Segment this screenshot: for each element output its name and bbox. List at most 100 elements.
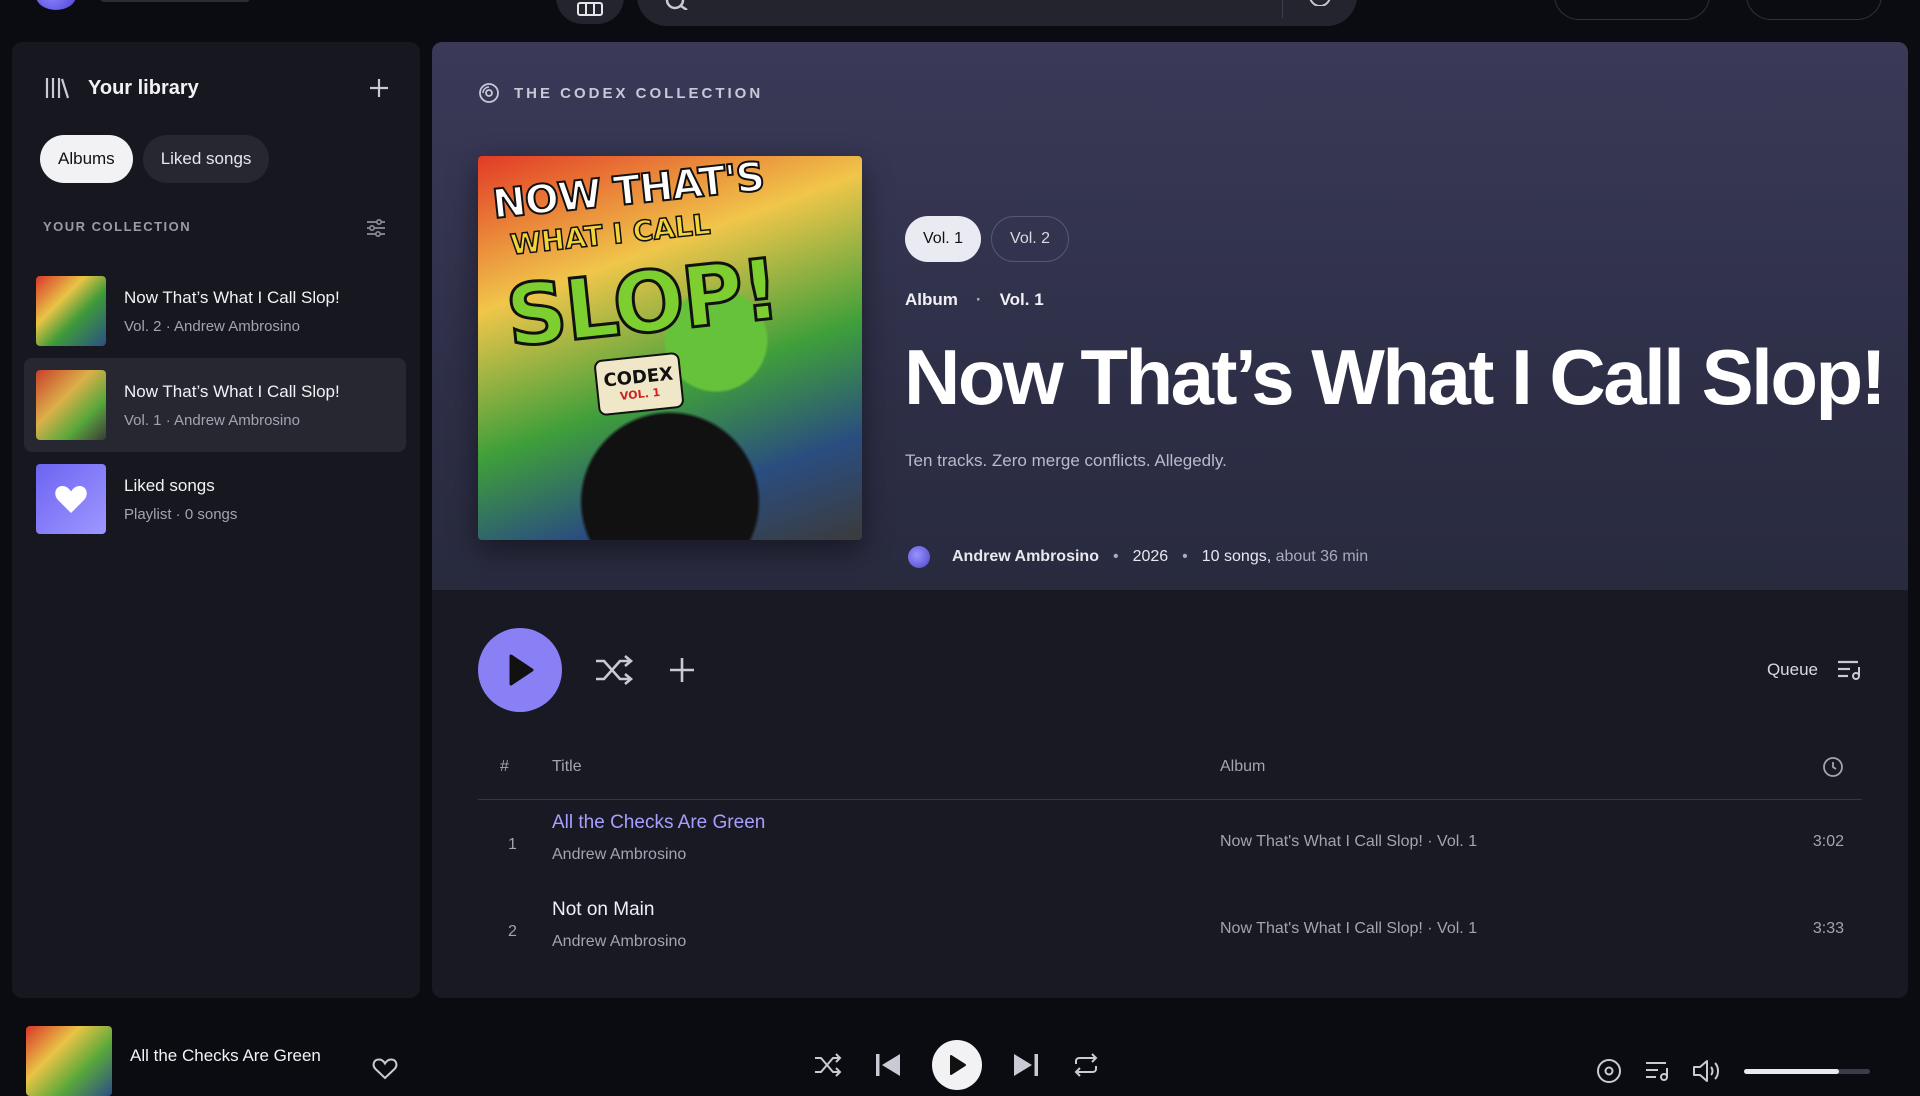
track-number: 2 [508, 923, 517, 940]
cover-text-line3: SLOP! [500, 239, 784, 368]
collection-heading: THE CODEX COLLECTION [478, 82, 763, 104]
track-album[interactable]: Now That's What I Call Slop! · Vol. 1 [1220, 920, 1477, 938]
shuffle-control[interactable] [806, 1043, 850, 1087]
now-playing-title[interactable]: All the Checks Are Green [130, 1046, 321, 1066]
artist-name[interactable]: Andrew Ambrosino [952, 548, 1099, 566]
home-button[interactable] [556, 0, 624, 24]
album-title: Now That’s What I Call Slop! [904, 333, 1887, 421]
table-row[interactable]: 2 Not on Main Andrew Ambrosino Now That'… [478, 887, 1862, 973]
tab-vol-1[interactable]: Vol. 1 [905, 216, 982, 262]
add-icon[interactable] [368, 77, 390, 99]
search-divider [1282, 0, 1283, 18]
album-type: Album [905, 290, 958, 309]
meta-separator: · [975, 290, 982, 309]
track-title[interactable]: All the Checks Are Green [552, 812, 765, 834]
player-play-button[interactable] [932, 1040, 982, 1090]
volume-level [1744, 1068, 1839, 1074]
collection-label: YOUR COLLECTION [43, 219, 192, 234]
album-duration: about 36 min [1275, 548, 1369, 565]
song-count: 10 songs, [1201, 548, 1272, 565]
play-button[interactable] [478, 628, 562, 712]
chip-albums[interactable]: Albums [40, 135, 133, 183]
shuffle-icon [815, 1053, 842, 1077]
album-meta: Album · Vol. 1 [905, 290, 1044, 310]
header-title[interactable]: Title [552, 758, 582, 776]
table-row[interactable]: 1 All the Checks Are Green Andrew Ambros… [478, 800, 1862, 886]
skip-forward-icon [1014, 1054, 1038, 1076]
queue-icon[interactable] [1644, 1060, 1670, 1082]
queue-label: Queue [1766, 660, 1818, 679]
search-icon [665, 0, 688, 10]
library-list: Now That’s What I Call Slop! Vol. 2 · An… [24, 264, 406, 546]
disc-icon[interactable] [1596, 1058, 1622, 1084]
track-title[interactable]: Not on Main [552, 899, 654, 921]
album-view: THE CODEX COLLECTION NOW THAT'S WHAT I C… [432, 42, 1908, 998]
liked-songs-thumbnail [36, 464, 106, 534]
library-header: Your library [44, 72, 390, 104]
library-icon [45, 78, 70, 99]
chip-liked-songs[interactable]: Liked songs [142, 135, 270, 183]
skip-back-icon [876, 1054, 900, 1076]
library-item-subtitle: Vol. 2 · Andrew Ambrosino [124, 317, 300, 335]
album-details: Andrew Ambrosino • 2026 • 10 songs, abou… [908, 546, 1368, 568]
track-album[interactable]: Now That's What I Call Slop! · Vol. 1 [1220, 833, 1477, 851]
cover-badge-vol: VOL. 1 [619, 385, 661, 404]
track-artist[interactable]: Andrew Ambrosino [552, 846, 686, 864]
player-bar: All the Checks Are Green [0, 1010, 1920, 1096]
next-button[interactable] [1004, 1043, 1048, 1087]
previous-button[interactable] [866, 1043, 910, 1087]
library-title: Your library [88, 76, 199, 99]
tab-vol-2[interactable]: Vol. 2 [991, 216, 1070, 262]
repeat-button[interactable] [1064, 1043, 1108, 1087]
shuffle-icon [596, 655, 634, 685]
volume-slider[interactable] [1744, 1068, 1870, 1074]
browse-icon[interactable] [1307, 0, 1333, 6]
album-volume: Vol. 1 [999, 290, 1044, 309]
track-number: 1 [508, 836, 517, 853]
track-artist[interactable]: Andrew Ambrosino [552, 933, 686, 951]
library-sidebar: Your library Albums Liked songs YOUR COL… [12, 42, 420, 998]
album-hero: THE CODEX COLLECTION NOW THAT'S WHAT I C… [432, 42, 1908, 590]
app-brand [100, 0, 250, 2]
library-item-subtitle: Vol. 1 · Andrew Ambrosino [124, 411, 300, 429]
album-thumbnail [36, 276, 106, 346]
library-item-title: Liked songs [124, 475, 215, 495]
queue-button[interactable]: Queue [1767, 659, 1862, 681]
header-number: # [500, 758, 509, 775]
add-to-library-button[interactable] [666, 654, 698, 686]
volume-icon[interactable] [1692, 1059, 1722, 1083]
header-pill-button[interactable] [1554, 0, 1710, 20]
header-album[interactable]: Album [1220, 758, 1265, 776]
cover-codex-badge: CODEX VOL. 1 [593, 351, 685, 417]
heart-outline-icon[interactable] [372, 1058, 398, 1080]
track-duration: 3:33 [1812, 920, 1844, 937]
details-separator: • [1112, 548, 1119, 565]
library-item-slop-vol2[interactable]: Now That’s What I Call Slop! Vol. 2 · An… [24, 264, 406, 358]
app-logo[interactable] [36, 0, 76, 10]
clock-icon [1823, 757, 1843, 777]
library-item-liked-songs[interactable]: Liked songs Playlist · 0 songs [24, 452, 406, 546]
collection-label: THE CODEX COLLECTION [514, 84, 764, 102]
play-icon [509, 654, 534, 686]
library-item-slop-vol1[interactable]: Now That’s What I Call Slop! Vol. 1 · An… [24, 358, 406, 452]
search-input[interactable] [637, 0, 1357, 26]
track-table-header: # Title Album [478, 750, 1862, 800]
filter-icon[interactable] [366, 219, 386, 237]
shuffle-button[interactable] [594, 653, 634, 687]
album-description: Ten tracks. Zero merge conflicts. Allege… [905, 451, 1227, 470]
home-icon [577, 2, 603, 16]
artist-avatar [908, 546, 930, 568]
now-playing-artwork[interactable] [26, 1026, 112, 1096]
track-duration: 3:02 [1812, 833, 1844, 850]
queue-icon [1838, 660, 1860, 680]
repeat-icon [1074, 1053, 1098, 1077]
library-item-title: Now That’s What I Call Slop! [124, 381, 340, 401]
disc-icon [479, 83, 499, 103]
album-cover: NOW THAT'S WHAT I CALL SLOP! CODEX VOL. … [478, 156, 862, 540]
library-item-title: Now That’s What I Call Slop! [124, 287, 340, 307]
top-bar [0, 0, 1920, 34]
action-bar: Queue [478, 628, 1862, 712]
plus-icon [670, 658, 694, 682]
header-account-button[interactable] [1746, 0, 1882, 20]
album-thumbnail [36, 370, 106, 440]
